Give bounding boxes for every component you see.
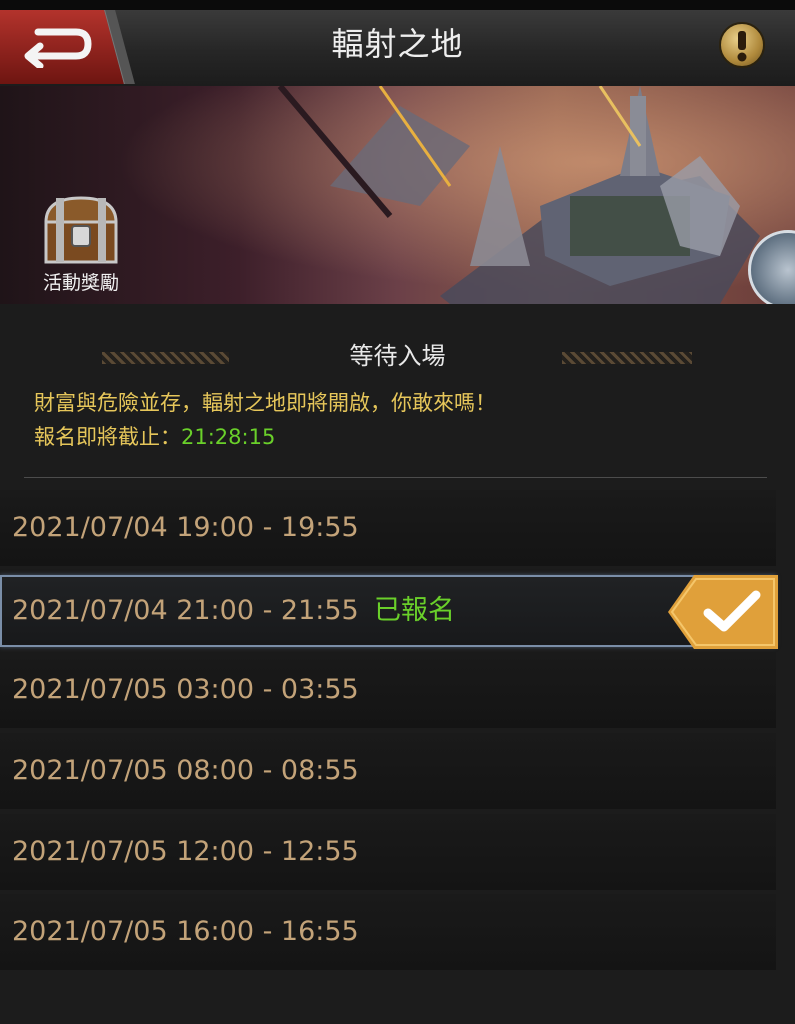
time-slot-5[interactable]: 2021/07/05 12:00 - 12:55 [0,814,776,890]
slot-time: 2021/07/04 19:00 - 19:55 [12,512,359,543]
slot-time: 2021/07/05 08:00 - 08:55 [12,755,359,786]
heading-ornament-right [562,352,692,364]
status-bar [0,0,795,10]
slot-time: 2021/07/05 03:00 - 03:55 [12,674,359,705]
registered-status: 已報名 [374,595,455,626]
page-title: 輻射之地 [331,25,464,63]
checkmark-icon [668,575,778,649]
event-description: 財富與危險並存，輻射之地即將開啟，你敢來嗎！ [34,391,496,415]
treasure-chest-icon [44,196,118,264]
back-arrow-icon [24,28,92,68]
event-reward-label: 活動獎勵 [42,272,119,294]
top-bar: 輻射之地 [0,10,795,88]
registered-badge [668,575,778,649]
deadline-label: 報名即將截止： [34,425,181,449]
time-slot-6[interactable]: 2021/07/05 16:00 - 16:55 [0,894,776,970]
event-reward-button[interactable]: 活動獎勵 [26,190,136,302]
event-banner: 活動獎勵 [0,86,795,304]
registration-deadline: 報名即將截止：21:28:15 [34,420,275,454]
slot-time: 2021/07/05 16:00 - 16:55 [12,916,359,947]
time-slot-3[interactable]: 2021/07/05 03:00 - 03:55 [0,652,776,728]
time-slot-2[interactable]: 2021/07/04 21:00 - 21:55 已報名 [0,575,778,649]
slot-time: 2021/07/05 12:00 - 12:55 [12,836,359,867]
exclamation-icon [737,31,747,62]
time-slot-1[interactable]: 2021/07/04 19:00 - 19:55 [0,490,776,566]
slot-time: 2021/07/04 21:00 - 21:55 [12,595,359,626]
time-slot-4[interactable]: 2021/07/05 08:00 - 08:55 [0,733,776,809]
deadline-countdown: 21:28:15 [181,425,276,449]
info-button[interactable] [719,22,765,68]
section-divider [24,477,767,478]
